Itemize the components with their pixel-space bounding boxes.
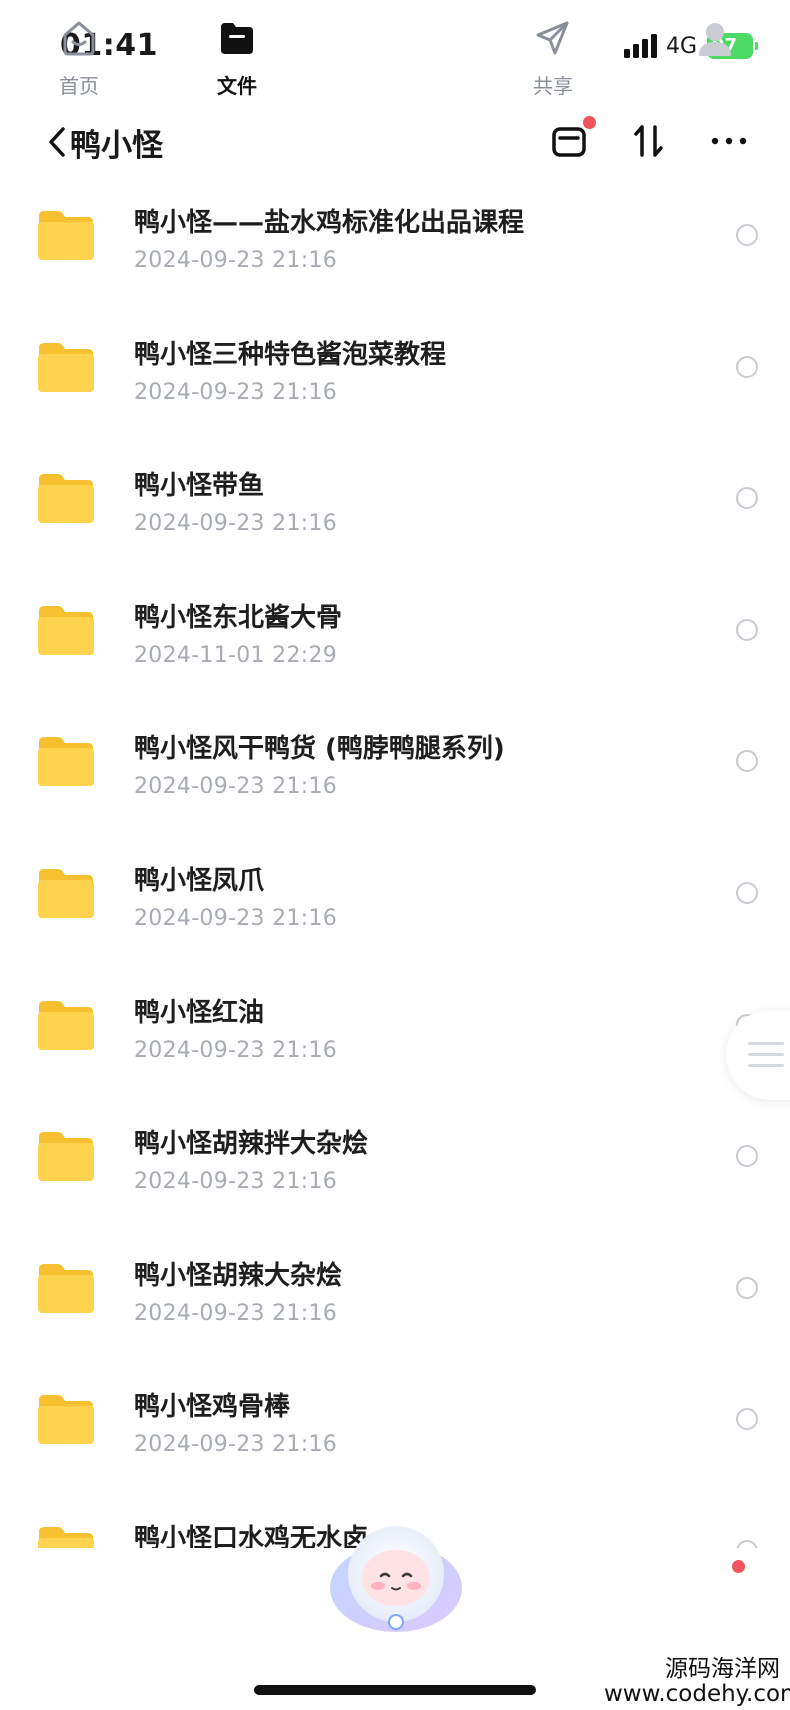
transfer-list-button[interactable] <box>540 112 598 170</box>
chevron-left-icon <box>49 127 65 157</box>
file-date: 2024-09-23 21:16 <box>134 511 338 537</box>
file-date: 2024-09-23 21:16 <box>134 774 338 800</box>
menu-line <box>748 1064 784 1067</box>
tab-home-label: 首页 <box>59 74 99 98</box>
select-checkbox[interactable] <box>736 750 758 773</box>
select-checkbox[interactable] <box>736 487 758 510</box>
menu-line <box>748 1053 784 1056</box>
folder-icon <box>38 869 94 918</box>
folder-icon <box>38 1132 94 1182</box>
file-date: 2024-09-23 21:16 <box>134 379 338 405</box>
file-row[interactable]: 鸭小怪东北酱大骨 2024-11-01 22:29 <box>0 573 790 705</box>
notification-dot <box>730 1558 747 1575</box>
tab-share-label: 共享 <box>533 74 573 98</box>
folder-icon <box>38 1527 94 1548</box>
file-name: 鸭小怪东北酱大骨 <box>134 602 343 633</box>
file-name: 鸭小怪风干鸭货 (鸭脖鸭腿系列) <box>134 734 505 765</box>
file-date: 2024-09-23 21:16 <box>134 248 338 273</box>
folder-icon <box>38 474 94 524</box>
more-button[interactable] <box>700 112 758 170</box>
file-row[interactable]: 鸭小怪鸡骨棒 2024-09-23 21:16 <box>0 1362 790 1494</box>
sort-button[interactable] <box>620 112 678 170</box>
file-row[interactable]: 鸭小怪凤爪 2024-09-23 21:16 <box>0 836 790 968</box>
file-date: 2024-09-23 21:16 <box>134 1432 338 1458</box>
watermark-url: www.codehy.com <box>604 1681 790 1707</box>
file-name: 鸭小怪带鱼 <box>134 471 265 502</box>
transfer-icon <box>552 127 586 157</box>
file-date: 2024-09-23 21:16 <box>134 1169 338 1195</box>
tab-share[interactable]: 共享 <box>498 18 608 108</box>
file-row[interactable]: 鸭小怪胡辣拌大杂烩 2024-09-23 21:16 <box>0 1099 790 1231</box>
folder-icon <box>38 342 94 392</box>
notification-dot <box>583 116 596 129</box>
file-list: 鸭小怪——盐水鸡标准化出品课程 2024-09-23 21:16 鸭小怪三种特色… <box>0 178 790 1548</box>
file-name: 鸭小怪鸡骨棒 <box>134 1392 291 1423</box>
file-name: 鸭小怪——盐水鸡标准化出品课程 <box>134 208 525 238</box>
mascot-icon[interactable] <box>326 1516 466 1642</box>
folder-icon <box>221 23 253 54</box>
file-row[interactable]: 鸭小怪红油 2024-09-23 21:16 <box>0 968 790 1100</box>
avatar-icon <box>699 23 731 56</box>
watermark-title: 源码海洋网 <box>665 1656 780 1682</box>
back-button[interactable]: 鸭小怪 <box>46 114 176 170</box>
file-date: 2024-09-23 21:16 <box>134 1037 338 1063</box>
folder-icon <box>38 1395 94 1445</box>
file-date: 2024-11-01 22:29 <box>134 642 338 668</box>
select-checkbox[interactable] <box>736 1145 758 1168</box>
file-row[interactable]: 鸭小怪带鱼 2024-09-23 21:16 <box>0 441 790 573</box>
folder-icon <box>38 605 94 655</box>
file-date: 2024-09-23 21:16 <box>134 906 338 931</box>
select-checkbox[interactable] <box>736 618 758 641</box>
folder-icon <box>38 737 94 787</box>
more-icon <box>711 137 747 145</box>
select-checkbox[interactable] <box>736 1540 758 1548</box>
file-name: 鸭小怪三种特色酱泡菜教程 <box>134 339 447 370</box>
file-date: 2024-09-23 21:16 <box>134 1300 338 1326</box>
file-name: 鸭小怪胡辣大杂烩 <box>134 1260 343 1291</box>
tab-home[interactable]: 首页 <box>24 18 134 108</box>
sort-icon <box>634 125 663 157</box>
page-title: 鸭小怪 <box>70 127 163 164</box>
home-indicator <box>254 1685 536 1695</box>
home-icon <box>63 21 95 56</box>
folder-icon <box>38 1263 94 1313</box>
send-icon <box>536 21 569 55</box>
select-checkbox[interactable] <box>736 1276 758 1299</box>
file-name: 鸭小怪红油 <box>134 997 265 1028</box>
file-row[interactable]: 鸭小怪风干鸭货 (鸭脖鸭腿系列) 2024-09-23 21:16 <box>0 704 790 836</box>
file-row[interactable]: 鸭小怪——盐水鸡标准化出品课程 2024-09-23 21:16 <box>0 178 790 310</box>
menu-line <box>748 1042 784 1045</box>
select-checkbox[interactable] <box>736 882 758 904</box>
file-name: 鸭小怪胡辣拌大杂烩 <box>134 1129 369 1160</box>
tab-files-label: 文件 <box>217 74 257 98</box>
file-row[interactable]: 鸭小怪三种特色酱泡菜教程 2024-09-23 21:16 <box>0 310 790 442</box>
folder-icon <box>38 211 94 260</box>
select-checkbox[interactable] <box>736 1408 758 1431</box>
select-checkbox[interactable] <box>736 355 758 378</box>
file-row[interactable]: 鸭小怪胡辣大杂烩 2024-09-23 21:16 <box>0 1231 790 1363</box>
tab-files[interactable]: 文件 <box>182 18 292 108</box>
tab-mine[interactable] <box>660 18 770 108</box>
signal-icon <box>624 34 657 58</box>
file-name: 鸭小怪凤爪 <box>134 866 265 896</box>
folder-icon <box>38 1000 94 1050</box>
nav-bar: 鸭小怪 <box>0 96 790 190</box>
select-checkbox[interactable] <box>736 224 758 246</box>
